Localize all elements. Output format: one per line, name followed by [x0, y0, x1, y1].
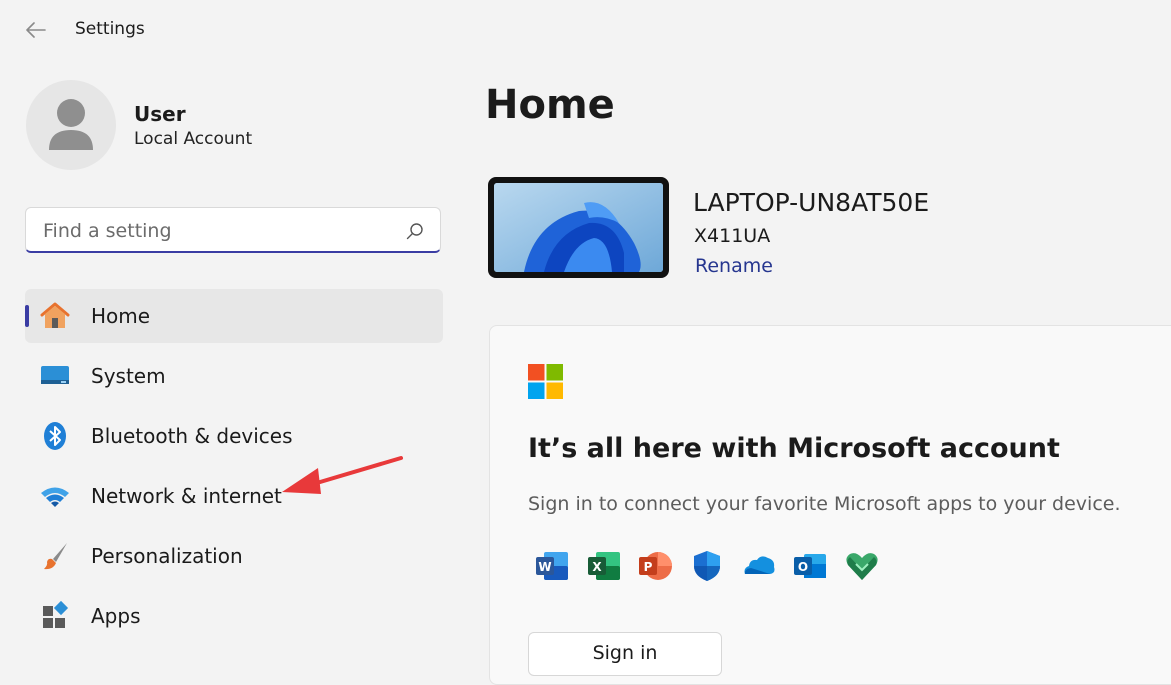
nav-label-system: System	[91, 364, 166, 388]
paintbrush-icon	[44, 543, 67, 570]
avatar[interactable]	[26, 80, 116, 170]
person-icon	[49, 99, 93, 150]
nav-label-apps: Apps	[91, 604, 141, 628]
word-icon: W	[536, 552, 568, 580]
apps-icon	[43, 600, 69, 628]
microsoft-logo-icon	[528, 364, 563, 399]
svg-text:W: W	[538, 560, 551, 574]
account-type: Local Account	[134, 129, 253, 149]
defender-icon	[694, 551, 720, 581]
card-title: It’s all here with Microsoft account	[528, 433, 1060, 464]
user-name: User	[134, 102, 186, 126]
nav-item-apps[interactable]: Apps	[25, 589, 443, 643]
powerpoint-icon: P	[639, 552, 672, 580]
nav-label-home: Home	[91, 304, 151, 328]
search-input[interactable]	[41, 216, 395, 246]
wallpaper-image	[494, 183, 663, 272]
nav-label-network: Network & internet	[91, 484, 282, 508]
system-icon	[41, 366, 69, 384]
wifi-icon	[41, 487, 69, 507]
outlook-icon: O	[794, 554, 826, 578]
rename-link[interactable]: Rename	[695, 255, 773, 277]
device-model: X411UA	[694, 225, 771, 247]
selection-indicator	[25, 305, 29, 327]
svg-text:P: P	[644, 560, 653, 574]
onedrive-icon	[744, 556, 775, 574]
family-safety-icon	[846, 553, 878, 580]
nav-item-personalization[interactable]: Personalization	[25, 529, 443, 583]
nav-item-home[interactable]: Home	[25, 289, 443, 343]
device-thumbnail	[488, 177, 669, 278]
nav-label-personalization: Personalization	[91, 544, 243, 568]
nav-item-system[interactable]: System	[25, 349, 443, 403]
svg-text:X: X	[592, 560, 602, 574]
home-icon	[40, 302, 70, 328]
search-icon[interactable]	[406, 222, 424, 240]
title-bar: Settings	[0, 0, 1171, 60]
annotation-arrow-icon	[282, 456, 403, 494]
nav-label-bluetooth: Bluetooth & devices	[91, 424, 293, 448]
back-arrow-icon	[26, 22, 46, 38]
window-title: Settings	[75, 19, 145, 39]
back-button[interactable]	[22, 16, 50, 44]
bluetooth-icon	[44, 422, 66, 450]
page-title: Home	[485, 82, 615, 128]
excel-icon: X	[588, 552, 620, 580]
microsoft-account-card: It’s all here with Microsoft account Sig…	[489, 325, 1171, 685]
card-description: Sign in to connect your favorite Microso…	[528, 493, 1121, 515]
svg-text:O: O	[798, 560, 808, 574]
sign-in-button[interactable]: Sign in	[528, 632, 722, 676]
device-name: LAPTOP-UN8AT50E	[693, 188, 930, 217]
search-box[interactable]	[25, 207, 441, 253]
